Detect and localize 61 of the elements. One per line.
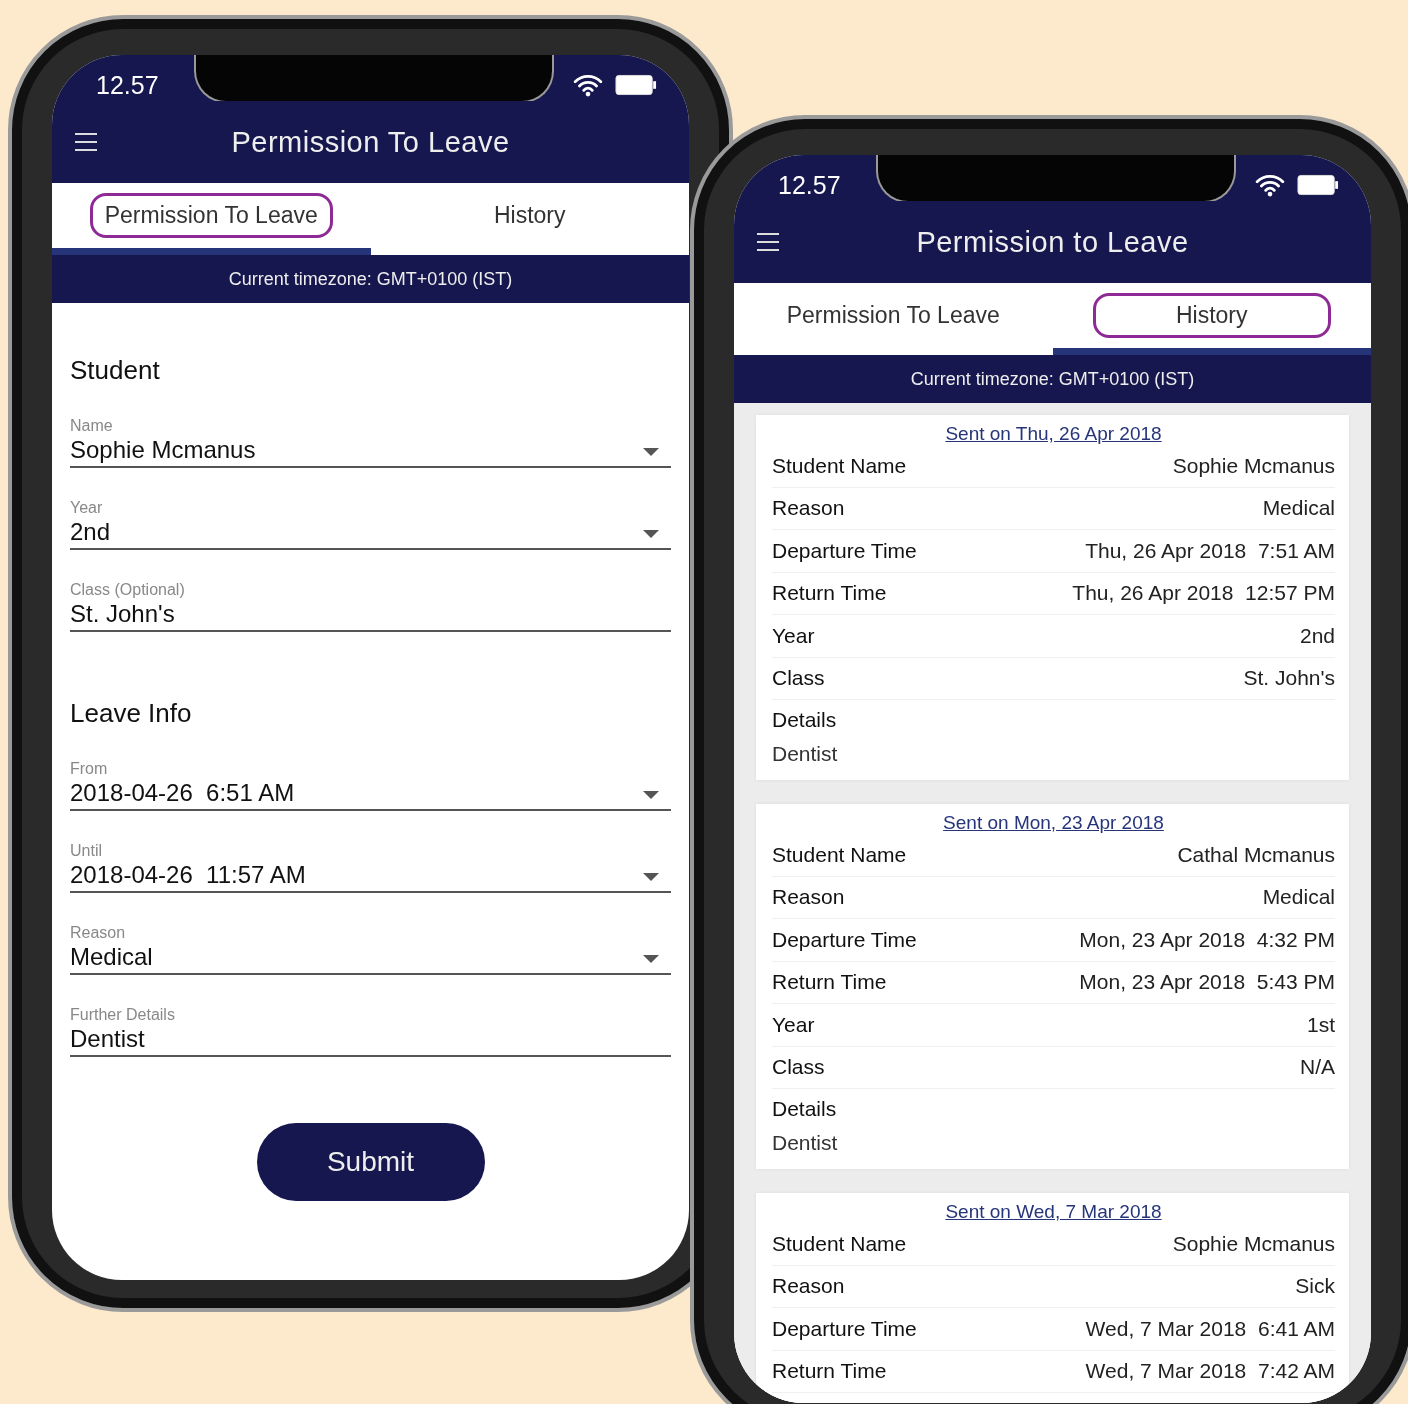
row-value: Wed, 7 Mar 2018 7:42 AM (1085, 1359, 1335, 1384)
row-value: Sick (1295, 1274, 1335, 1299)
row-label: Student Name (772, 842, 907, 867)
row-label: Return Time (772, 1359, 887, 1384)
details-text: Dentist (772, 1131, 839, 1155)
input-field[interactable]: Class (Optional) St. John's (70, 580, 671, 632)
row-label: Reason (772, 1274, 845, 1299)
row-label: Departure Time (772, 927, 917, 952)
row-label: Year (772, 623, 815, 648)
timezone-text: Current timezone: GMT+0100 (IST) (228, 268, 513, 290)
sent-date-link[interactable]: Sent on Wed, 7 Mar 2018 (945, 1201, 1162, 1222)
input-field[interactable]: Reason Medical (70, 923, 671, 975)
row-label: Class (772, 666, 825, 691)
row-value: N/A (1300, 1055, 1335, 1080)
row-label: Details (772, 708, 838, 733)
wifi-icon (1255, 173, 1285, 197)
timezone-text: Current timezone: GMT+0100 (IST) (910, 368, 1195, 390)
row-value: Mon, 23 Apr 2018 5:43 PM (1079, 970, 1335, 995)
status-time: 12.57 (778, 170, 841, 200)
input-field[interactable]: Until 2018-04-26 11:57 AM (70, 841, 671, 893)
row-label: Student Name (772, 1231, 907, 1256)
row-value: Wed, 7 Mar 2018 6:41 AM (1085, 1316, 1335, 1341)
row-value: 1st (1307, 1012, 1335, 1037)
wifi-icon (573, 73, 603, 97)
row-label: Details (772, 1097, 838, 1122)
row-value: St. John's (1243, 666, 1335, 691)
input-field[interactable]: Year 2nd (70, 498, 671, 550)
input-field[interactable]: Further Details Dentist (70, 1005, 671, 1057)
row-value: 2nd (1299, 623, 1335, 648)
row-label: Return Time (772, 970, 887, 995)
sent-date-link[interactable]: Sent on Mon, 23 Apr 2018 (943, 812, 1164, 833)
input-field[interactable]: From 2018-04-26 6:51 AM (70, 759, 671, 811)
row-label: Return Time (772, 581, 887, 606)
details-text: Dentist (772, 742, 839, 766)
row-label: Departure Time (772, 538, 917, 563)
app-title: Permission To Leave (231, 125, 510, 159)
row-label: Departure Time (772, 1316, 917, 1341)
row-value: Medical (1262, 885, 1335, 910)
section-heading: Student (70, 355, 161, 386)
row-value: Medical (1262, 496, 1335, 521)
app-title: Permission to Leave (916, 225, 1189, 259)
row-label: Class (772, 1055, 825, 1080)
battery-icon (1297, 174, 1339, 196)
row-label: Student Name (772, 453, 907, 478)
row-value: Sophie Mcmanus (1172, 1231, 1335, 1256)
row-value: Cathal Mcmanus (1177, 842, 1335, 867)
menu-icon[interactable] (74, 132, 98, 152)
input-field[interactable]: Name Sophie Mcmanus (70, 416, 671, 468)
menu-icon[interactable] (756, 232, 780, 252)
row-label: Year (772, 1012, 815, 1037)
row-value: Sophie Mcmanus (1172, 453, 1335, 478)
battery-icon (615, 74, 657, 96)
sent-date-link[interactable]: Sent on Thu, 26 Apr 2018 (945, 423, 1162, 444)
status-time: 12.57 (96, 70, 159, 100)
submit-button[interactable]: Submit (256, 1123, 485, 1201)
row-label: Reason (772, 496, 845, 521)
row-value: Thu, 26 Apr 2018 12:57 PM (1072, 581, 1335, 606)
section-heading: Leave Info (70, 698, 193, 729)
row-value: Thu, 26 Apr 2018 7:51 AM (1085, 538, 1335, 563)
row-value: Mon, 23 Apr 2018 4:32 PM (1079, 927, 1335, 952)
row-label: Reason (772, 885, 845, 910)
